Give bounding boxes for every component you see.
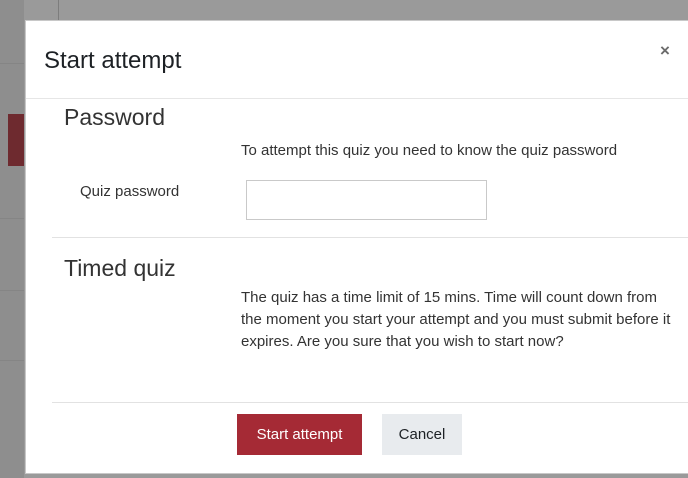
- background-divider: [0, 290, 24, 291]
- footer-divider: [52, 402, 688, 403]
- section-divider: [52, 237, 688, 238]
- dialog-title: Start attempt: [44, 47, 182, 74]
- background-divider: [0, 360, 24, 361]
- close-icon[interactable]: ×: [655, 41, 675, 61]
- password-description: To attempt this quiz you need to know th…: [241, 142, 618, 159]
- background-sidebar: [0, 0, 24, 478]
- background-divider: [0, 218, 24, 219]
- timed-quiz-description: The quiz has a time limit of 15 mins. Ti…: [241, 289, 671, 350]
- quiz-password-input[interactable]: [246, 180, 487, 220]
- background-accent: [8, 114, 24, 166]
- quiz-password-label: Quiz password: [80, 183, 180, 200]
- dialog-header: Start attempt ×: [26, 21, 688, 99]
- background-divider: [58, 0, 59, 20]
- start-attempt-dialog: Start attempt × Password To attempt this…: [25, 20, 688, 474]
- start-attempt-button[interactable]: Start attempt: [237, 414, 362, 455]
- cancel-button[interactable]: Cancel: [382, 414, 462, 455]
- background-divider: [0, 63, 24, 64]
- timed-quiz-heading: Timed quiz: [64, 255, 176, 281]
- password-heading: Password: [64, 104, 165, 130]
